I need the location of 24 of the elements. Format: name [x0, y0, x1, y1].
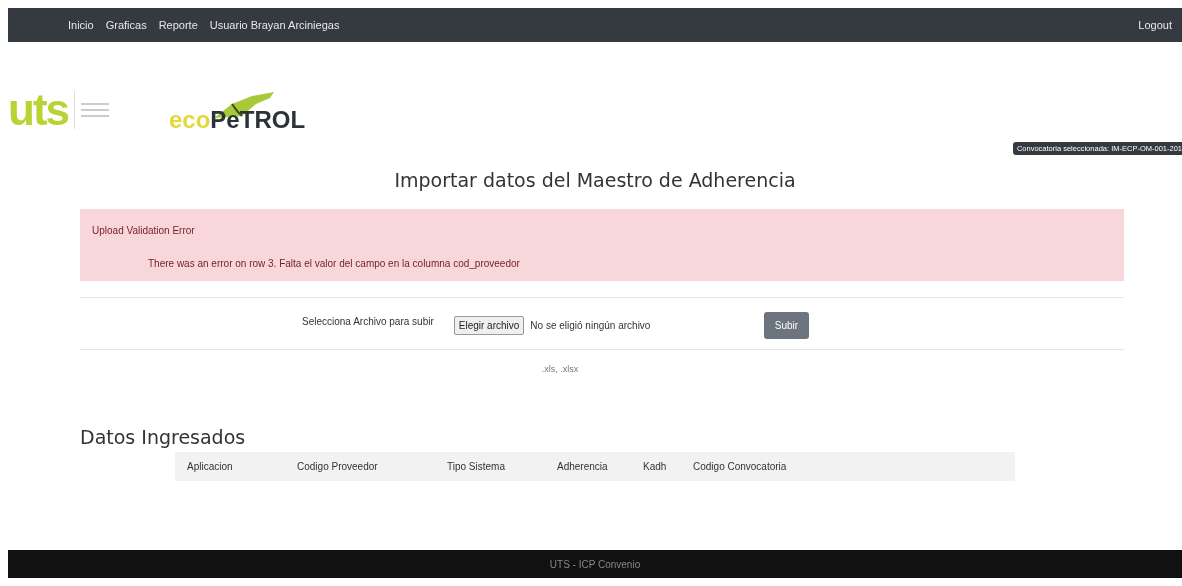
nav-link[interactable]: Inicio [68, 19, 94, 31]
logo: uts [8, 88, 68, 132]
nav-link[interactable]: Reporte [158, 19, 198, 31]
column-header: Kadh [643, 461, 668, 472]
alert-heading: Upload Validation Error [92, 225, 196, 236]
upload-label: Selecciona Archivo para subir [302, 316, 434, 327]
footer-text: UTS - ICP Convenio [549, 558, 641, 570]
column-header: Codigo Convocatoria [693, 461, 788, 472]
nav-link[interactable]: Usuario Brayan Arciniegas [209, 19, 340, 31]
alert-message: There was an error on row 3. Falta el valor del campo en la columna cod_proveedor [147, 258, 521, 269]
logout-link[interactable]: Logout [1138, 19, 1172, 31]
column-header: Codigo Proveedor [297, 461, 379, 472]
choose-file-button[interactable]: Elegir archivo [453, 316, 525, 335]
file-types-hint: .xls, .xlsx [540, 364, 580, 374]
page-title: Importar datos del Maestro de Adherencia [393, 169, 797, 191]
section-title: Datos Ingresados [80, 426, 247, 448]
submit-button[interactable]: Subir [763, 312, 810, 339]
column-header: Tipo Sistema [447, 461, 506, 472]
logo-subtitle-drawing [74, 91, 109, 129]
file-status: No se eligió ningún archivo [530, 320, 651, 331]
nav-link[interactable]: Graficas [105, 19, 147, 31]
column-header: Aplicacion [187, 461, 234, 472]
column-header: Adherencia [557, 461, 609, 472]
logo: ecoPeTROL [169, 108, 306, 132]
